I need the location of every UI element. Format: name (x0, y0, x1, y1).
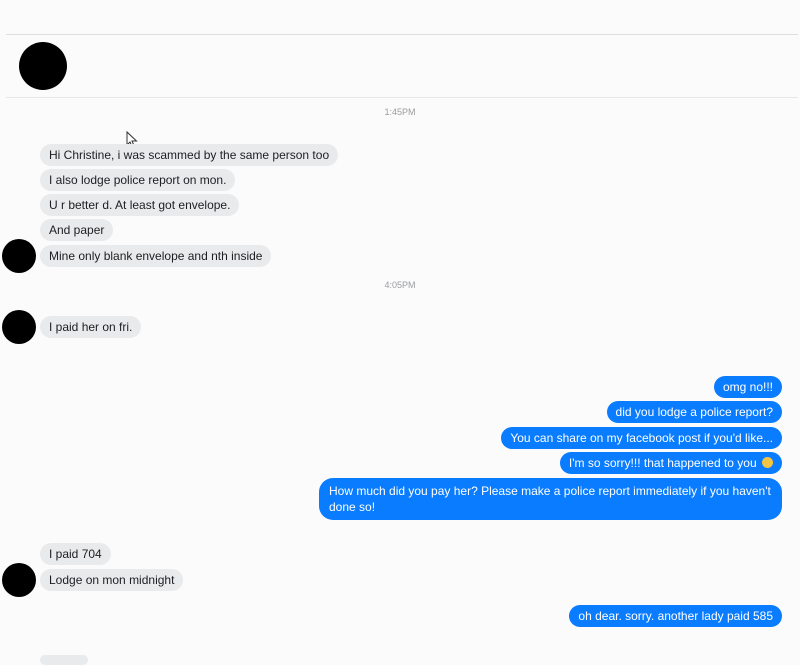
sender-avatar[interactable] (2, 239, 36, 273)
sad-face-emoji-icon (762, 457, 773, 468)
message-outgoing[interactable]: omg no!!! (713, 376, 782, 398)
message-outgoing[interactable]: I'm so sorry!!! that happened to you (559, 452, 782, 474)
message-incoming-partial[interactable] (40, 655, 88, 665)
sender-avatar[interactable] (2, 563, 36, 597)
timestamp: 4:05PM (384, 280, 416, 290)
message-incoming[interactable]: Mine only blank envelope and nth inside (40, 245, 272, 267)
message-incoming[interactable]: And paper (40, 219, 114, 241)
message-outgoing[interactable]: How much did you pay her? Please make a … (319, 478, 782, 520)
top-divider (6, 34, 798, 35)
message-outgoing[interactable]: did you lodge a police report? (606, 401, 782, 423)
message-outgoing[interactable]: You can share on my facebook post if you… (501, 427, 782, 449)
message-outgoing[interactable]: oh dear. sorry. another lady paid 585 (569, 605, 782, 627)
message-incoming[interactable]: Hi Christine, i was scammed by the same … (40, 144, 339, 166)
message-text: I'm so sorry!!! that happened to you (568, 456, 757, 470)
message-incoming[interactable]: I paid her on fri. (40, 316, 142, 338)
message-incoming[interactable]: U r better d. At least got envelope. (40, 194, 240, 216)
header-divider (6, 97, 798, 98)
contact-avatar[interactable] (19, 42, 67, 90)
message-incoming[interactable]: Lodge on mon midnight (40, 569, 184, 591)
sender-avatar[interactable] (2, 310, 36, 344)
message-incoming[interactable]: I also lodge police report on mon. (40, 169, 236, 191)
timestamp: 1:45PM (384, 107, 416, 117)
message-incoming[interactable]: I paid 704 (40, 543, 111, 565)
